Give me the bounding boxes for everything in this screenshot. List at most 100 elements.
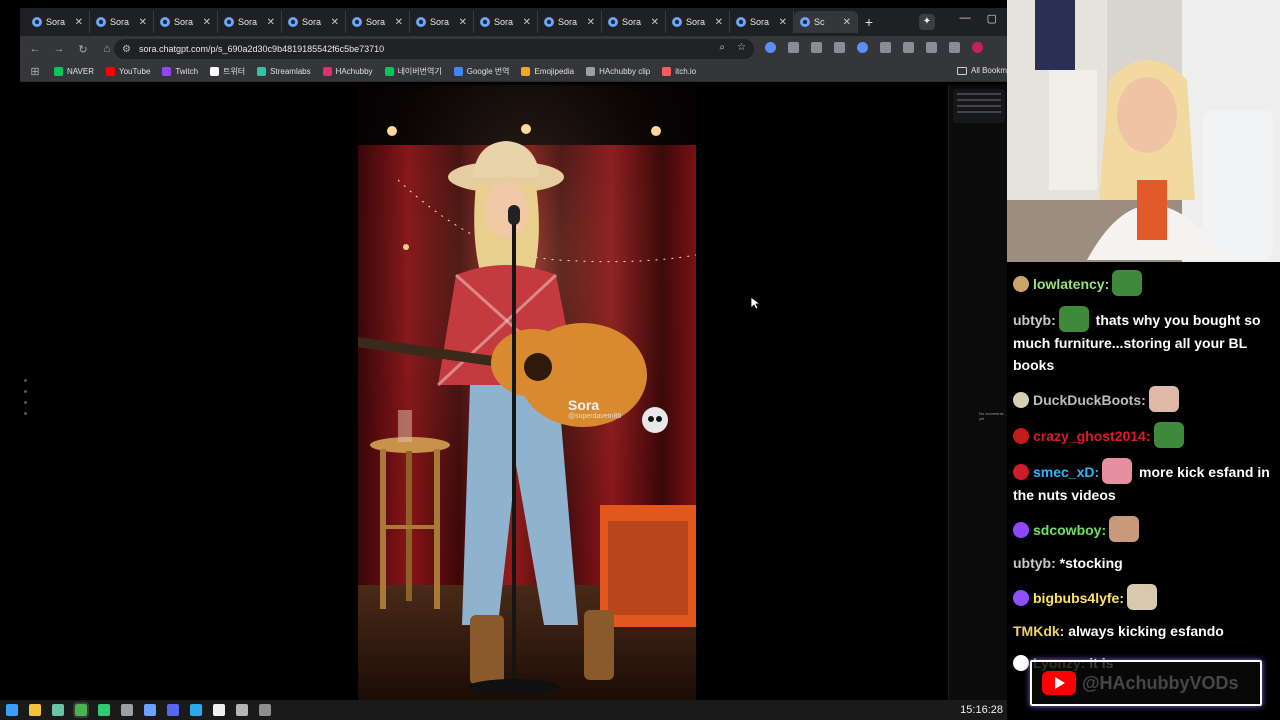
- app-icon[interactable]: [98, 704, 110, 716]
- media-control-icon[interactable]: [949, 42, 960, 53]
- browser-tab[interactable]: Sora ✕: [666, 11, 730, 33]
- chat-username[interactable]: TMKdk:: [1013, 623, 1064, 639]
- reload-icon[interactable]: ↻: [76, 43, 90, 56]
- apps-grid-icon[interactable]: ⊞: [28, 65, 42, 78]
- browser-tab[interactable]: Sora ✕: [154, 11, 218, 33]
- browser-tab[interactable]: Sora ✕: [410, 11, 474, 33]
- extension-icon[interactable]: [765, 42, 776, 53]
- windows-start-icon[interactable]: [6, 704, 18, 716]
- chat-message: lowlatency:: [1013, 270, 1274, 296]
- bookmark-item[interactable]: Google 번역: [453, 66, 510, 77]
- extension-icon[interactable]: [857, 42, 868, 53]
- app-icon[interactable]: [236, 704, 248, 716]
- discord-icon[interactable]: [190, 704, 202, 716]
- video-frame-image: [358, 85, 696, 700]
- taskbar-clock: 15:16:28: [960, 704, 1003, 716]
- tab-close-icon[interactable]: ✕: [843, 17, 851, 28]
- app-icon[interactable]: [259, 704, 271, 716]
- browser-tab[interactable]: Sora ✕: [602, 11, 666, 33]
- tab-close-icon[interactable]: ✕: [267, 17, 275, 28]
- chat-username[interactable]: bigbubs4lyfe:: [1033, 590, 1124, 606]
- sora-video-player[interactable]: Sora @superdavetn86: [358, 85, 696, 700]
- chat-username[interactable]: DuckDuckBoots:: [1033, 392, 1146, 408]
- tab-close-icon[interactable]: ✕: [331, 17, 339, 28]
- extension-icon[interactable]: [811, 42, 822, 53]
- user-badge-icon: [1013, 276, 1029, 292]
- telegram-icon[interactable]: [213, 704, 225, 716]
- chat-username[interactable]: crazy_ghost2014:: [1033, 428, 1151, 444]
- tab-close-icon[interactable]: ✕: [395, 17, 403, 28]
- file-explorer-icon[interactable]: [29, 704, 41, 716]
- tab-close-icon[interactable]: ✕: [779, 17, 787, 28]
- bookmark-item[interactable]: Streamlabs: [257, 67, 311, 76]
- browser-tab[interactable]: Sora ✕: [218, 11, 282, 33]
- browser-tab[interactable]: Sora ✕: [90, 11, 154, 33]
- extensions-puzzle-icon[interactable]: [880, 42, 891, 53]
- all-bookmarks-button[interactable]: All Bookm: [956, 66, 1007, 75]
- tab-close-icon[interactable]: ✕: [651, 17, 659, 28]
- post-author-card[interactable]: [953, 89, 1005, 123]
- browser-tab[interactable]: Sora ✕: [538, 11, 602, 33]
- bookmark-item[interactable]: 네이버번역기: [384, 66, 442, 77]
- bookmark-label: 트위터: [223, 67, 246, 76]
- bookmark-item[interactable]: Twitch: [162, 67, 198, 76]
- profile-avatar[interactable]: [972, 42, 983, 53]
- extension-icon[interactable]: [834, 42, 845, 53]
- webcam-image: [1007, 0, 1280, 262]
- download-icon[interactable]: [926, 42, 937, 53]
- bookmark-item[interactable]: 트위터: [210, 66, 245, 77]
- app-icon[interactable]: [144, 704, 156, 716]
- tab-close-icon[interactable]: ✕: [139, 17, 147, 28]
- chat-emote-icon: [1058, 306, 1089, 332]
- forward-icon[interactable]: →: [52, 43, 66, 55]
- browser-tab[interactable]: Sc ✕: [794, 11, 858, 33]
- maximize-button[interactable]: ▢: [987, 12, 997, 25]
- bookmark-item[interactable]: YouTube: [105, 67, 151, 76]
- bookmark-label: NAVER: [67, 67, 94, 76]
- chat-username[interactable]: sdcowboy:: [1033, 522, 1106, 538]
- address-bar[interactable]: ⚙ sora.chatgpt.com/p/s_690a2d30c9b481918…: [114, 39, 754, 59]
- chat-message-text: *stocking: [1059, 555, 1123, 571]
- tab-close-icon[interactable]: ✕: [587, 17, 595, 28]
- browser-tab[interactable]: Sora ✕: [346, 11, 410, 33]
- chat-username[interactable]: ubtyb:: [1013, 555, 1056, 571]
- chrome-icon[interactable]: [73, 702, 89, 718]
- browser-tab[interactable]: Sora ✕: [26, 11, 90, 33]
- home-icon[interactable]: ⌂: [100, 43, 114, 55]
- extension-icon[interactable]: [788, 42, 799, 53]
- tab-close-icon[interactable]: ✕: [523, 17, 531, 28]
- bookmark-item[interactable]: itch.io: [662, 67, 696, 76]
- chat-emote-icon: [1109, 516, 1140, 542]
- bookmark-item[interactable]: HAchubby: [322, 67, 373, 76]
- bookmark-label: YouTube: [118, 67, 151, 76]
- zoom-icon[interactable]: ⌕: [719, 42, 725, 53]
- youtube-vods-banner: @HAchubbyVODs: [1030, 660, 1262, 706]
- bookmark-item[interactable]: HAchubby clip: [586, 67, 650, 76]
- app-icon[interactable]: [52, 704, 64, 716]
- bookmark-star-icon[interactable]: ☆: [737, 42, 746, 53]
- app-icon[interactable]: [167, 704, 179, 716]
- tab-close-icon[interactable]: ✕: [715, 17, 723, 28]
- chat-message: crazy_ghost2014:: [1013, 422, 1274, 448]
- app-icon[interactable]: [121, 704, 133, 716]
- side-panel-icon[interactable]: [903, 42, 914, 53]
- bookmark-item[interactable]: NAVER: [54, 67, 94, 76]
- tab-label: Sora: [622, 17, 642, 27]
- new-tab-button[interactable]: +: [858, 14, 880, 30]
- tab-close-icon[interactable]: ✕: [459, 17, 467, 28]
- browser-tab[interactable]: Sora ✕: [474, 11, 538, 33]
- chat-emote-icon: [1127, 584, 1158, 610]
- minimize-button[interactable]: —: [960, 12, 971, 25]
- tab-close-icon[interactable]: ✕: [203, 17, 211, 28]
- site-settings-icon[interactable]: ⚙: [122, 44, 131, 55]
- browser-tab[interactable]: Sora ✕: [730, 11, 794, 33]
- back-icon[interactable]: ←: [28, 43, 42, 55]
- chat-username[interactable]: smec_xD:: [1033, 464, 1099, 480]
- bookmark-label: Google 번역: [466, 67, 510, 76]
- bookmark-item[interactable]: Emojipedia: [521, 67, 574, 76]
- tab-close-icon[interactable]: ✕: [75, 17, 83, 28]
- chat-username[interactable]: lowlatency:: [1033, 276, 1109, 292]
- ai-sparkle-button[interactable]: ✦: [919, 14, 935, 30]
- browser-tab[interactable]: Sora ✕: [282, 11, 346, 33]
- chat-username[interactable]: ubtyb:: [1013, 312, 1056, 328]
